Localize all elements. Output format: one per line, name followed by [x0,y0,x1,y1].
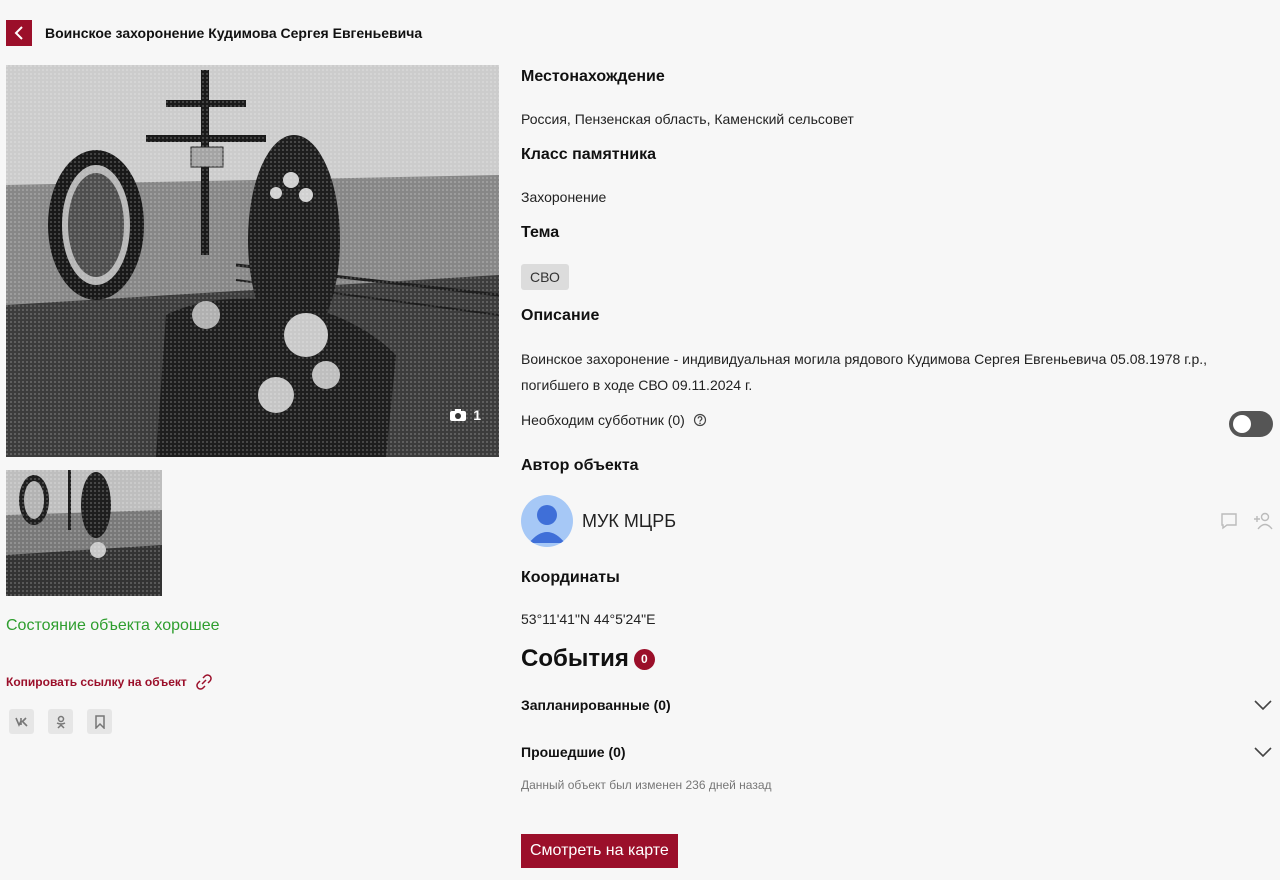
toggle-knob [1233,415,1251,433]
vk-icon[interactable] [9,709,34,734]
planned-events-label: Запланированные (0) [521,697,671,713]
description-title: Описание [521,307,600,324]
help-icon[interactable] [693,413,707,427]
description-line-2: погибшего в ходе СВО 09.11.2024 г. [521,377,753,393]
copy-link-button[interactable]: Копировать ссылку на объект [6,673,213,691]
author-name[interactable]: МУК МЦРБ [582,511,676,532]
location-title: Местонахождение [521,68,665,85]
coordinates-value: 53°11'41"N 44°5'24"E [521,611,656,627]
chevron-left-icon [14,26,23,40]
past-events-accordion[interactable]: Прошедшие (0) [521,741,1273,763]
subbotnik-row: Необходим субботник (0) [521,412,707,428]
theme-tag[interactable]: СВО [521,264,569,290]
author-actions [1205,511,1273,531]
theme-title: Тема [521,224,560,241]
message-icon[interactable] [1219,511,1239,531]
author-row: МУК МЦРБ [521,495,1273,547]
coordinates-title: Координаты [521,569,620,586]
location-value: Россия, Пензенская область, Каменский се… [521,111,854,127]
description-text: Воинское захоронение - индивидуальная мо… [521,346,1273,398]
add-friend-icon[interactable] [1253,511,1273,531]
author-title: Автор объекта [521,457,639,474]
copy-link-label: Копировать ссылку на объект [6,675,187,689]
monument-class-title: Класс памятника [521,146,657,163]
view-on-map-button[interactable]: Смотреть на карте [521,834,678,868]
page-title: Воинское захоронение Кудимова Сергея Евг… [45,25,423,41]
planned-events-accordion[interactable]: Запланированные (0) [521,694,1273,716]
back-button[interactable] [6,20,32,46]
modified-note: Данный объект был изменен 236 дней назад [521,778,772,792]
share-buttons [9,709,126,734]
subbotnik-toggle[interactable] [1229,411,1273,437]
bookmark-icon[interactable] [87,709,112,734]
chevron-down-icon [1254,747,1272,758]
events-title: События [521,645,629,672]
photo-thumbnail[interactable] [6,470,162,596]
past-events-label: Прошедшие (0) [521,744,626,760]
photo-count: 1 [473,407,481,423]
photo-counter: 1 [449,407,481,423]
subbotnik-label: Необходим субботник (0) [521,412,685,428]
link-icon [195,673,213,691]
monument-class-value: Захоронение [521,189,607,205]
main-photo[interactable]: 1 [6,65,499,457]
events-count-badge: 0 [633,648,655,670]
camera-icon [449,408,467,422]
events-header: События 0 [521,645,655,673]
description-line-1: Воинское захоронение - индивидуальная мо… [521,351,1208,367]
page-header: Воинское захоронение Кудимова Сергея Евг… [6,20,422,46]
avatar[interactable] [521,495,573,547]
object-status: Состояние объекта хорошее [6,617,220,634]
odnoklassniki-icon[interactable] [48,709,73,734]
chevron-down-icon [1254,700,1272,711]
